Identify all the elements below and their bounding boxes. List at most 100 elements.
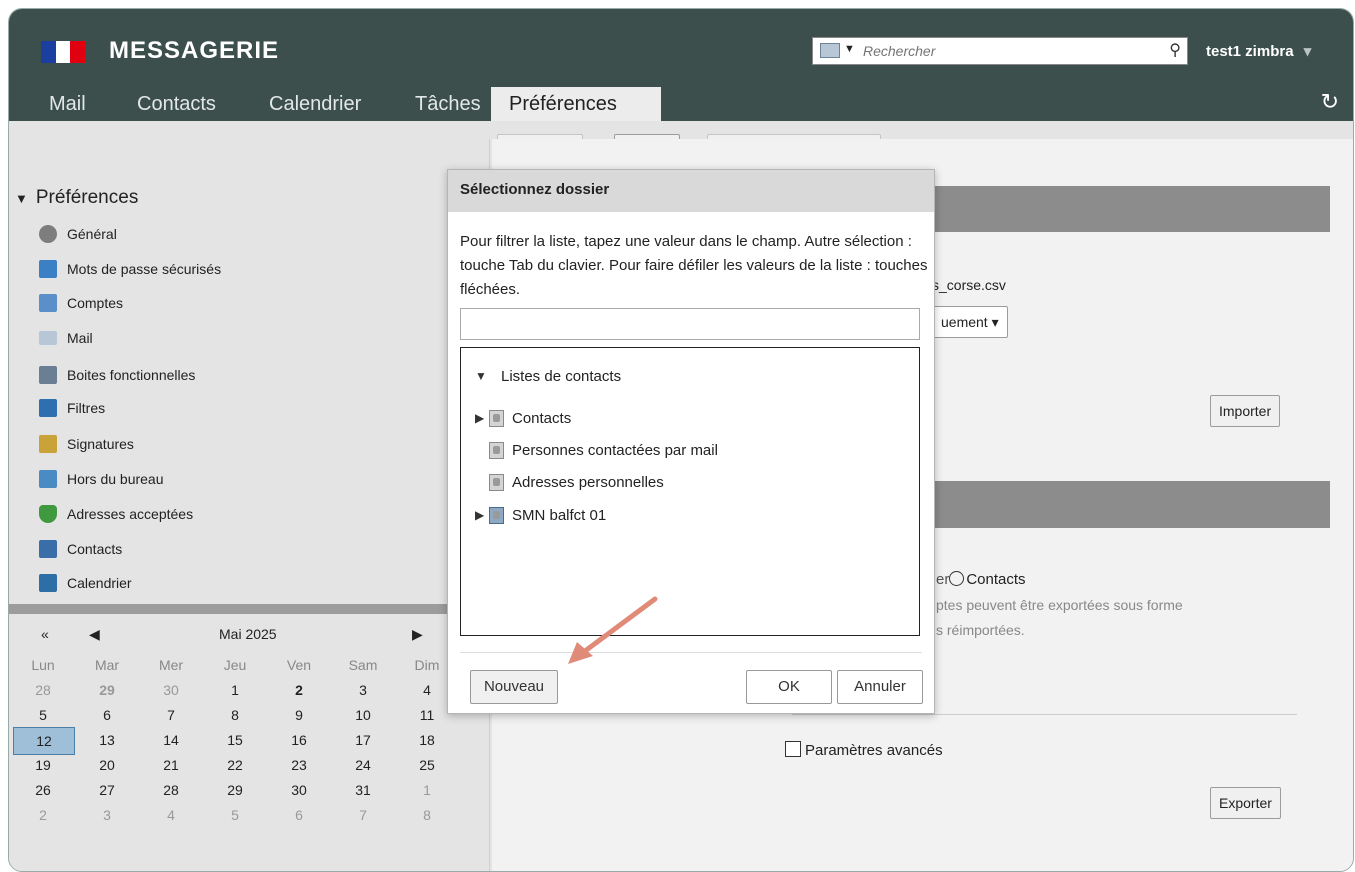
sidebar-item-general[interactable]: Général xyxy=(39,219,117,249)
calendar-day[interactable]: 29 xyxy=(75,677,139,703)
calendar-day[interactable]: 21 xyxy=(139,752,203,778)
sidebar-item-accepted-addresses[interactable]: Adresses acceptées xyxy=(39,499,193,529)
calendar-day[interactable]: 1 xyxy=(203,677,267,703)
dialog-description: Pour filtrer la liste, tapez une valeur … xyxy=(460,233,928,298)
tree-item-shared-mailbox[interactable]: ▶ SMN balfct 01 xyxy=(475,503,606,527)
calendar-day[interactable]: 3 xyxy=(331,677,395,703)
calendar-day[interactable]: 2 xyxy=(267,677,331,703)
calendar-day[interactable]: 8 xyxy=(395,802,459,828)
republic-logo xyxy=(41,41,86,63)
calendar-day[interactable]: 4 xyxy=(139,802,203,828)
calendar-day[interactable]: 14 xyxy=(139,727,203,753)
key-icon xyxy=(39,260,57,278)
calendar-day[interactable]: 2 xyxy=(11,802,75,828)
calendar-week: 2345678 xyxy=(9,802,479,828)
calendar-day[interactable]: 7 xyxy=(331,802,395,828)
tab-contacts[interactable]: Contacts xyxy=(119,87,234,121)
sidebar-item-calendar[interactable]: Calendrier xyxy=(39,568,132,598)
sidebar-item-mail[interactable]: Mail xyxy=(39,323,93,353)
calendar-day[interactable]: 13 xyxy=(75,727,139,753)
tree-item-personal-addresses[interactable]: Adresses personnelles xyxy=(489,470,664,494)
sidebar-item-out-of-office[interactable]: Hors du bureau xyxy=(39,464,164,494)
expand-arrow-icon: ▶ xyxy=(475,508,485,522)
import-button[interactable]: Importer xyxy=(1210,395,1281,427)
search-box[interactable]: ▼ ⚲ xyxy=(812,37,1188,65)
calendar-day[interactable]: 31 xyxy=(331,777,395,803)
refresh-icon[interactable]: ↻ xyxy=(1321,89,1339,115)
next-month-icon[interactable]: ▶ xyxy=(412,626,423,643)
app-window: MESSAGERIE ▼ ⚲ test1 zimbra ▾ Mail Conta… xyxy=(8,8,1354,872)
calendar-day[interactable]: 12 xyxy=(13,727,75,755)
calendar-day[interactable]: 5 xyxy=(11,702,75,728)
sidebar-title[interactable]: ▼ Préférences xyxy=(15,187,138,209)
calendar-day[interactable]: 23 xyxy=(267,752,331,778)
file-name: s_corse.csv xyxy=(932,277,1006,293)
calendar-day[interactable]: 15 xyxy=(203,727,267,753)
calendar-day[interactable]: 28 xyxy=(139,777,203,803)
checkbox-icon xyxy=(785,741,801,757)
weekday-label: Ven xyxy=(286,657,312,673)
advanced-settings-checkbox[interactable]: Paramètres avancés xyxy=(785,741,943,759)
calendar-day[interactable]: 6 xyxy=(267,802,331,828)
calendar-day[interactable]: 16 xyxy=(267,727,331,753)
calendar-day[interactable]: 30 xyxy=(267,777,331,803)
shield-icon xyxy=(39,505,57,523)
prev-year-icon[interactable]: « xyxy=(41,626,49,642)
tab-preferences[interactable]: Préférences xyxy=(491,87,661,121)
mail-icon[interactable] xyxy=(820,43,840,58)
sidebar-item-filters[interactable]: Filtres xyxy=(39,393,105,423)
import-type-select[interactable]: uement ▾ xyxy=(932,306,1008,338)
tab-calendar[interactable]: Calendrier xyxy=(251,87,379,121)
tree-item-emailed-contacts[interactable]: Personnes contactées par mail xyxy=(489,438,718,462)
tab-tasks[interactable]: Tâches xyxy=(397,87,499,121)
calendar-month[interactable]: Mai 2025 xyxy=(219,626,277,642)
calendar-week: 12 13 14 15 16 17 18 xyxy=(9,727,479,755)
search-type-dropdown-icon[interactable]: ▼ xyxy=(844,43,855,55)
tree-root[interactable]: ▼ Listes de contacts xyxy=(475,364,621,388)
calendar-day[interactable]: 20 xyxy=(75,752,139,778)
sidebar-selected-item[interactable] xyxy=(9,604,479,614)
calendar-day[interactable]: 7 xyxy=(139,702,203,728)
calendar-day[interactable]: 29 xyxy=(203,777,267,803)
sidebar-item-signatures[interactable]: Signatures xyxy=(39,429,134,459)
sidebar-item-shared-mailboxes[interactable]: Boites fonctionnelles xyxy=(39,360,195,390)
calendar-week: 5 6 7 8 9 10 11 xyxy=(9,702,479,728)
calendar-day[interactable]: 3 xyxy=(75,802,139,828)
calendar-day[interactable]: 1 xyxy=(395,777,459,803)
search-input[interactable] xyxy=(861,40,1155,62)
address-book-icon xyxy=(489,441,504,459)
search-icon[interactable]: ⚲ xyxy=(1169,40,1181,60)
tree-item-contacts[interactable]: ▶ Contacts xyxy=(475,406,571,430)
export-type-radio[interactable]: er Contacts xyxy=(936,571,1026,588)
calendar-day[interactable]: 26 xyxy=(11,777,75,803)
calendar-day[interactable]: 8 xyxy=(203,702,267,728)
calendar-day[interactable]: 10 xyxy=(331,702,395,728)
ok-button[interactable]: OK xyxy=(746,670,832,704)
calendar-day[interactable]: 19 xyxy=(11,752,75,778)
prev-month-icon[interactable]: ◀ xyxy=(89,626,100,643)
sidebar-item-contacts[interactable]: Contacts xyxy=(39,534,122,564)
calendar-day[interactable]: 5 xyxy=(203,802,267,828)
calendar-day[interactable]: 24 xyxy=(331,752,395,778)
folder-tree[interactable]: ▼ Listes de contacts ▶ Contacts Personnes … xyxy=(460,347,920,636)
calendar-day[interactable]: 27 xyxy=(75,777,139,803)
sidebar-item-accounts[interactable]: Comptes xyxy=(39,288,123,318)
export-button[interactable]: Exporter xyxy=(1210,787,1281,819)
calendar-day[interactable]: 25 xyxy=(395,752,459,778)
calendar-day[interactable]: 9 xyxy=(267,702,331,728)
calendar-day[interactable]: 17 xyxy=(331,727,395,753)
calendar-day[interactable]: 6 xyxy=(75,702,139,728)
sidebar-item-passwords[interactable]: Mots de passe sécurisés xyxy=(39,254,221,284)
new-folder-button[interactable]: Nouveau xyxy=(470,670,558,704)
calendar-week: 19 20 21 22 23 24 25 xyxy=(9,752,479,778)
folder-filter-input[interactable] xyxy=(460,308,920,340)
header-bar: MESSAGERIE ▼ ⚲ test1 zimbra ▾ Mail Conta… xyxy=(9,9,1353,121)
calendar-day[interactable]: 30 xyxy=(139,677,203,703)
dialog-cancel-button[interactable]: Annuler xyxy=(837,670,923,704)
calendar-day[interactable]: 28 xyxy=(11,677,75,703)
user-menu[interactable]: test1 zimbra ▾ xyxy=(1206,42,1311,60)
mail-icon xyxy=(39,331,57,345)
calendar-day[interactable]: 22 xyxy=(203,752,267,778)
calendar-day[interactable]: 18 xyxy=(395,727,459,753)
tab-mail[interactable]: Mail xyxy=(31,87,104,121)
